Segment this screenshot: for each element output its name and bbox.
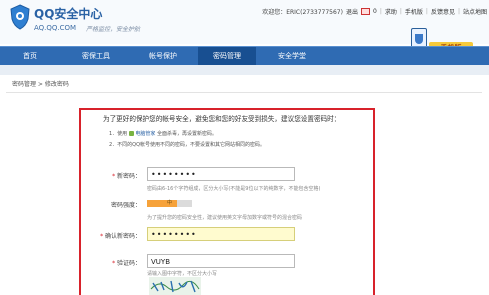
captcha-label-text: 验证码：	[116, 260, 141, 267]
pc-manager-link[interactable]: 电脑管家	[135, 131, 155, 137]
shield-logo-icon	[10, 4, 30, 30]
strength-value: 中	[166, 200, 172, 206]
nav-item-account-protection[interactable]: 帐号保护	[132, 47, 194, 66]
mail-icon[interactable]	[360, 8, 370, 15]
breadcrumb: 密码管理 > 修改密码	[12, 81, 69, 88]
strength-label: 密码强度：	[110, 202, 141, 209]
separator: |	[379, 8, 382, 15]
user-toolbar: 欢迎您：ERIC(2733777567) 退出 0 | 求助 | 手机版 | 反…	[262, 7, 487, 16]
new-password-input[interactable]: ••••••••	[147, 167, 295, 181]
divider	[6, 92, 482, 93]
captcha-image[interactable]	[149, 277, 201, 295]
nav-subbar	[0, 65, 489, 75]
change-password-panel: 为了更好的保护您的帐号安全，避免您和您的好友受到损失，建议您设置密码时： 1．使…	[79, 108, 375, 295]
rule-1: 1．使用 电脑管家 全面杀毒，再设置新密码。	[109, 130, 217, 137]
intro-text: 为了更好的保护您的帐号安全，避免您和您的好友受到损失，建议您设置密码时：	[103, 115, 341, 123]
new-password-value: ••••••••	[151, 170, 197, 179]
captcha-image-icon	[150, 280, 200, 293]
feedback-link[interactable]: 反馈意见	[431, 7, 455, 16]
help-link[interactable]: 求助	[385, 7, 397, 16]
strength-meter: 中	[147, 200, 192, 207]
nav-item-home[interactable]: 首页	[0, 47, 60, 66]
logout-link[interactable]: 退出	[346, 7, 358, 16]
site-title[interactable]: QQ安全中心	[34, 5, 102, 22]
nav-item-security-school[interactable]: 安全学堂	[262, 47, 322, 66]
rule-2: 2．不同的QQ帐号使用不同的密码，不要设置和其它网站相同的密码。	[109, 142, 266, 148]
separator: |	[457, 8, 460, 15]
separator: |	[425, 8, 428, 15]
rule-1-prefix: 1．使用	[109, 131, 128, 137]
new-password-label-text: 新密码：	[116, 173, 141, 180]
nav-item-security-tools[interactable]: 密保工具	[60, 47, 132, 66]
main-nav: 首页 密保工具 帐号保护 密码管理 安全学堂	[0, 46, 489, 66]
inbox-count[interactable]: 0	[373, 8, 377, 15]
mobile-link[interactable]: 手机版	[405, 7, 423, 16]
site-header: QQ安全中心 AQ.QQ.COM 严格监控，安全护航 欢迎您：ERIC(2733…	[0, 0, 489, 54]
confirm-password-label: * 确认新密码：	[81, 231, 141, 240]
new-password-hint: 密码由6-16个字符组成，区分大小写(不能是9位以下的纯数字，不能包含空格)	[147, 186, 321, 192]
captcha-label: * 验证码：	[81, 258, 141, 267]
confirm-password-label-text: 确认新密码：	[104, 233, 141, 240]
nav-item-password-management[interactable]: 密码管理	[198, 47, 256, 66]
new-password-label: * 新密码：	[81, 171, 141, 180]
site-slogan: 严格监控，安全护航	[86, 26, 141, 33]
rule-1-suffix: 全面杀毒，再设置新密码。	[156, 131, 217, 137]
confirm-password-value: ••••••••	[151, 230, 197, 239]
pc-manager-icon	[128, 131, 134, 136]
site-domain: AQ.QQ.COM	[34, 24, 77, 32]
welcome-text: 欢迎您：ERIC(2733777567)	[262, 9, 343, 16]
strength-hint: 为了提升您的密码安全性，建议使用英文字母加数字或符号的混合密码	[147, 215, 303, 221]
captcha-hint: 请输入图中字符，不区分大小写	[147, 271, 218, 277]
shield-icon	[415, 34, 423, 44]
confirm-password-input[interactable]: ••••••••	[147, 227, 295, 241]
captcha-input-value: VUYB	[151, 258, 170, 266]
separator: |	[399, 8, 402, 15]
captcha-input[interactable]: VUYB	[147, 254, 295, 268]
sitemap-link[interactable]: 站点地图	[463, 7, 487, 16]
